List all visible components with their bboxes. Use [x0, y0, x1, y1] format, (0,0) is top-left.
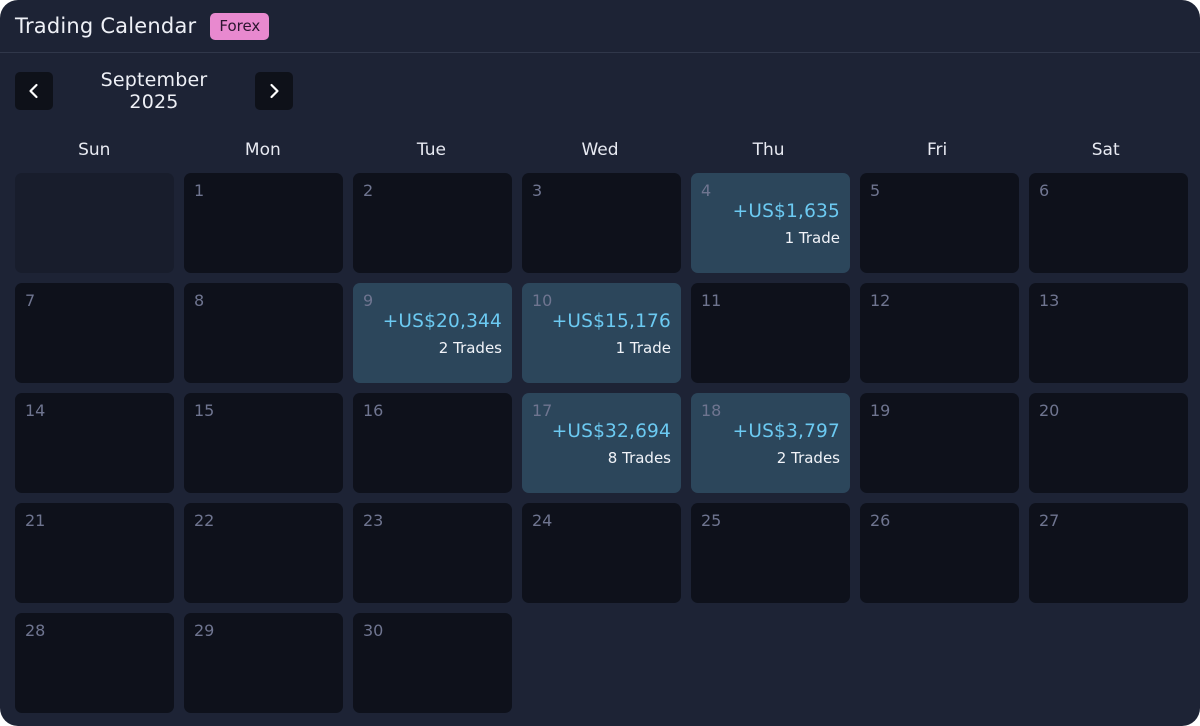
trade-day-cell[interactable]: 10 +US$15,176 1 Trade	[522, 283, 681, 383]
weekday-header: Sun Mon Tue Wed Thu Fri Sat	[10, 140, 1190, 160]
day-number: 7	[25, 291, 36, 310]
day-number: 20	[1039, 401, 1060, 420]
day-cell[interactable]: 29	[184, 613, 343, 713]
day-number: 17	[532, 401, 553, 420]
day-cell[interactable]: 25	[691, 503, 850, 603]
month-label: September 2025	[100, 69, 208, 113]
day-cell[interactable]: 23	[353, 503, 512, 603]
day-number: 27	[1039, 511, 1060, 530]
day-number: 2	[363, 181, 374, 200]
weekday-label: Tue	[416, 140, 446, 160]
day-number: 14	[25, 401, 46, 420]
trade-count: 8 Trades	[607, 449, 671, 467]
day-cell[interactable]: 6	[1029, 173, 1188, 273]
next-month-button[interactable]	[255, 72, 293, 110]
day-number: 4	[701, 181, 712, 200]
day-cell[interactable]: 5	[860, 173, 1019, 273]
chevron-right-icon	[270, 83, 279, 99]
day-number: 5	[870, 181, 881, 200]
page-title: Trading Calendar	[15, 14, 197, 38]
day-cell[interactable]: 2	[353, 173, 512, 273]
trade-count: 2 Trades	[776, 449, 840, 467]
header: Trading Calendar Forex	[0, 0, 1200, 53]
trade-count: 1 Trade	[784, 229, 840, 247]
day-number: 25	[701, 511, 722, 530]
calendar-grid: 1 2 3 4 +US$1,635 1 Trade 5 6 7 8 9 +US$20,344 2 Tra…	[15, 173, 1188, 713]
day-cell[interactable]: 20	[1029, 393, 1188, 493]
weekday-label: Sat	[1091, 140, 1120, 160]
trade-day-cell[interactable]: 9 +US$20,344 2 Trades	[353, 283, 512, 383]
daily-pnl: +US$32,694	[551, 421, 671, 442]
month-navigation: September 2025	[15, 69, 293, 113]
day-number: 13	[1039, 291, 1060, 310]
day-number: 10	[532, 291, 553, 310]
weekday-label: Thu	[752, 140, 785, 160]
weekday-label: Sun	[78, 140, 111, 160]
day-number: 29	[194, 621, 215, 640]
weekday-label: Wed	[581, 140, 619, 160]
day-number: 30	[363, 621, 384, 640]
chevron-left-icon	[29, 83, 38, 99]
trading-calendar-panel: Trading Calendar Forex September 2025 Su…	[0, 0, 1200, 726]
trade-day-cell[interactable]: 18 +US$3,797 2 Trades	[691, 393, 850, 493]
daily-pnl: +US$3,797	[732, 421, 840, 442]
daily-pnl: +US$20,344	[382, 311, 502, 332]
day-cell[interactable]: 28	[15, 613, 174, 713]
day-cell[interactable]: 15	[184, 393, 343, 493]
day-cell[interactable]: 1	[184, 173, 343, 273]
trade-day-cell[interactable]: 4 +US$1,635 1 Trade	[691, 173, 850, 273]
day-cell[interactable]: 7	[15, 283, 174, 383]
day-cell[interactable]: 16	[353, 393, 512, 493]
day-cell[interactable]: 24	[522, 503, 681, 603]
day-number: 28	[25, 621, 46, 640]
previous-month-button[interactable]	[15, 72, 53, 110]
day-cell[interactable]: 12	[860, 283, 1019, 383]
trade-count: 1 Trade	[615, 339, 671, 357]
daily-pnl: +US$15,176	[551, 311, 671, 332]
day-cell[interactable]: 21	[15, 503, 174, 603]
day-cell[interactable]: 22	[184, 503, 343, 603]
empty-day-cell	[15, 173, 174, 273]
day-number: 15	[194, 401, 215, 420]
day-number: 11	[701, 291, 722, 310]
day-number: 21	[25, 511, 46, 530]
day-number: 8	[194, 291, 205, 310]
day-cell[interactable]: 27	[1029, 503, 1188, 603]
day-number: 19	[870, 401, 891, 420]
day-cell[interactable]: 13	[1029, 283, 1188, 383]
day-cell[interactable]: 3	[522, 173, 681, 273]
day-number: 16	[363, 401, 384, 420]
weekday-label: Mon	[244, 140, 281, 160]
day-cell[interactable]: 26	[860, 503, 1019, 603]
day-cell[interactable]: 30	[353, 613, 512, 713]
day-number: 6	[1039, 181, 1050, 200]
daily-pnl: +US$1,635	[732, 201, 840, 222]
day-number: 9	[363, 291, 374, 310]
day-cell[interactable]: 14	[15, 393, 174, 493]
day-number: 1	[194, 181, 205, 200]
day-cell[interactable]: 19	[860, 393, 1019, 493]
day-number: 12	[870, 291, 891, 310]
day-number: 23	[363, 511, 384, 530]
day-number: 18	[701, 401, 722, 420]
day-cell[interactable]: 8	[184, 283, 343, 383]
day-number: 3	[532, 181, 543, 200]
day-cell[interactable]: 11	[691, 283, 850, 383]
day-number: 22	[194, 511, 215, 530]
day-number: 26	[870, 511, 891, 530]
trade-day-cell[interactable]: 17 +US$32,694 8 Trades	[522, 393, 681, 493]
trade-count: 2 Trades	[438, 339, 502, 357]
weekday-label: Fri	[927, 140, 948, 160]
market-badge[interactable]: Forex	[210, 12, 270, 40]
day-number: 24	[532, 511, 553, 530]
